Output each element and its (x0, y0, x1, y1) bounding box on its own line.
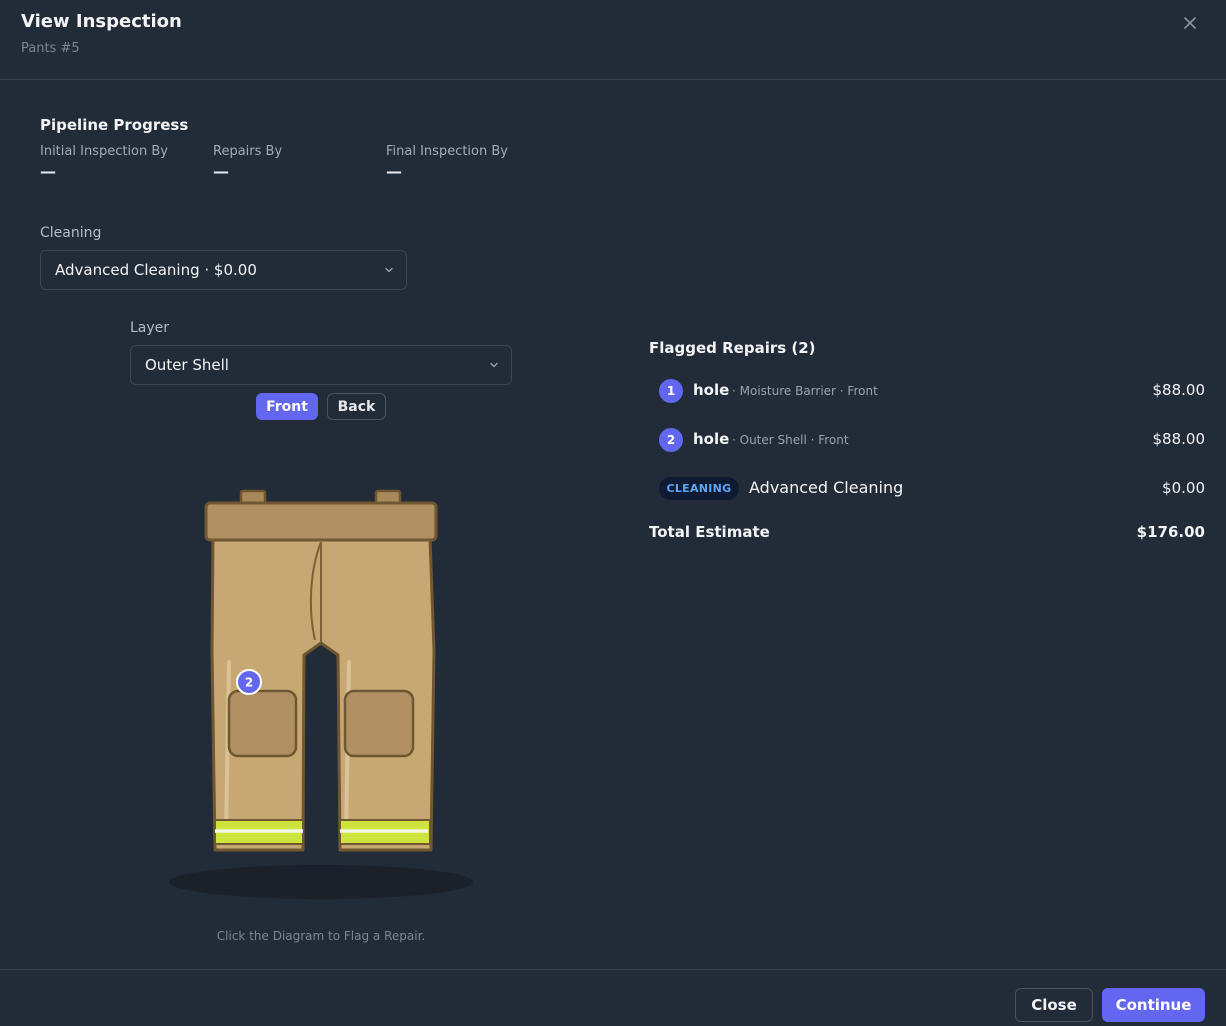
chevron-down-icon (490, 362, 498, 368)
flagged-repairs-title: Flagged Repairs (2) (649, 339, 816, 357)
total-estimate-value: $176.00 (1136, 523, 1205, 541)
pipeline-title: Pipeline Progress (40, 116, 189, 134)
diagram-shadow (169, 865, 473, 899)
modal-subtitle: Pants #5 (21, 41, 80, 56)
cleaning-item: CLEANING Advanced Cleaning $0.00 (659, 476, 1205, 502)
modal-title: View Inspection (21, 11, 182, 32)
diagram-hint: Click the Diagram to Flag a Repair. (216, 929, 426, 943)
cleaning-badge: CLEANING (659, 477, 739, 500)
repair-price: $88.00 (1152, 381, 1206, 399)
knee-pad-left (227, 689, 298, 758)
close-icon[interactable] (1180, 13, 1200, 33)
layer-label: Layer (130, 320, 170, 336)
initial-inspection-value: — (40, 162, 56, 181)
repairs-by-value: — (213, 162, 229, 181)
repair-detail: · Moisture Barrier · Front (732, 384, 878, 398)
chevron-down-icon (385, 267, 393, 273)
modal-header: View Inspection Pants #5 (0, 0, 1226, 80)
svg-text:2: 2 (245, 676, 253, 690)
initial-inspection-label: Initial Inspection By (40, 144, 168, 159)
repair-number-badge: 2 (659, 428, 683, 452)
pants-illustration: 2 (169, 489, 473, 899)
repair-item[interactable]: 2 hole · Outer Shell · Front $88.00 (659, 427, 1205, 453)
cleaning-item-price: $0.00 (1162, 479, 1205, 497)
waistband (204, 501, 438, 542)
inspection-modal: View Inspection Pants #5 Pipeline Progre… (0, 0, 1226, 1026)
repair-price: $88.00 (1152, 430, 1206, 448)
repair-type: hole (693, 430, 730, 448)
repair-number-badge: 1 (659, 379, 683, 403)
repair-item[interactable]: 1 hole · Moisture Barrier · Front $88.00 (659, 378, 1205, 404)
total-estimate-label: Total Estimate (649, 523, 770, 541)
cleaning-select[interactable]: Advanced Cleaning · $0.00 (40, 250, 407, 290)
repair-type: hole (693, 381, 730, 399)
cleaning-label: Cleaning (40, 225, 102, 241)
cleaning-item-name: Advanced Cleaning (749, 478, 904, 497)
final-inspection-label: Final Inspection By (386, 144, 508, 159)
layer-select-value: Outer Shell (145, 356, 229, 374)
repairs-by-label: Repairs By (213, 144, 283, 159)
cleaning-select-value: Advanced Cleaning · $0.00 (55, 261, 257, 279)
repair-marker-2[interactable]: 2 (236, 669, 262, 695)
continue-button[interactable]: Continue (1102, 988, 1205, 1022)
front-view-button[interactable]: Front (256, 393, 318, 420)
knee-pad-right (343, 689, 415, 758)
final-inspection-value: — (386, 162, 402, 181)
pants-diagram[interactable]: 2 (160, 480, 480, 910)
layer-select[interactable]: Outer Shell (130, 345, 512, 385)
close-button[interactable]: Close (1015, 988, 1093, 1022)
repair-detail: · Outer Shell · Front (732, 433, 849, 447)
back-view-button[interactable]: Back (327, 393, 386, 420)
